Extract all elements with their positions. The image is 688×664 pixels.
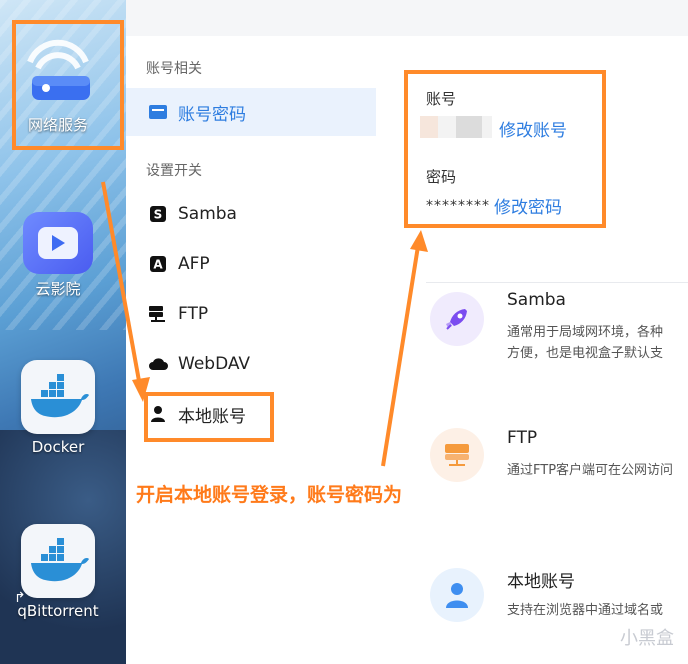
annotation-text: 开启本地账号登录，账号密码为 xyxy=(136,484,403,506)
annotation-arrows xyxy=(101,181,428,467)
watermark: 小黑盒 xyxy=(620,628,674,649)
